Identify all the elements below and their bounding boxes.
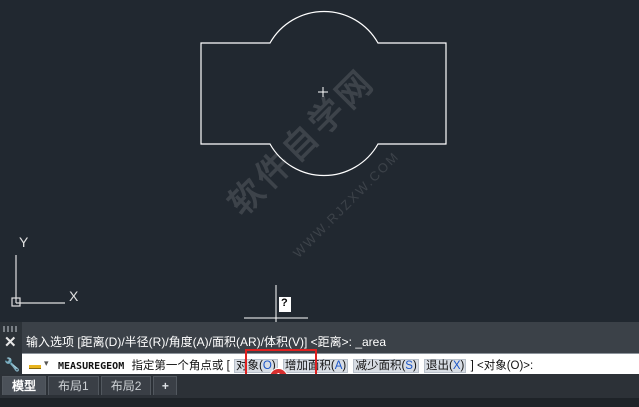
- crosshair-cursor: [244, 285, 308, 322]
- ucs-icon: [11, 255, 65, 307]
- status-bar: [0, 398, 639, 407]
- command-line-panel: ✕ 🔧 输入选项 [距离(D)/半径(R)/角度(A)/面积(AR)/体积(V)…: [0, 322, 639, 375]
- option-close: ): [342, 360, 347, 372]
- wrench-icon[interactable]: 🔧: [4, 357, 20, 373]
- option-close: ): [460, 360, 465, 372]
- command-gutter: ✕ 🔧: [0, 322, 22, 374]
- option-label: 减少面积(: [355, 360, 406, 372]
- bracket-close: ]: [470, 360, 474, 372]
- drag-grip[interactable]: [3, 326, 19, 332]
- ucs-y-label: Y: [19, 234, 29, 250]
- command-name: MEASUREGEOM: [58, 361, 125, 372]
- tab-layout2[interactable]: 布局2: [100, 376, 152, 395]
- ucs-x-label: X: [69, 288, 79, 304]
- default-option: <对象(O)>:: [476, 360, 534, 372]
- tab-layout1[interactable]: 布局1: [48, 376, 99, 395]
- option-subtract-area[interactable]: 减少面积(S): [353, 359, 419, 373]
- option-close: ): [412, 360, 417, 372]
- drawing-svg: [11, 10, 447, 322]
- bracket-open: [: [226, 360, 230, 372]
- prompt-text: 指定第一个角点或: [131, 360, 224, 372]
- option-label: 退出(: [426, 360, 453, 372]
- close-icon[interactable]: ✕: [4, 335, 17, 351]
- ruler-icon[interactable]: [29, 365, 41, 369]
- option-key: X: [452, 360, 461, 372]
- chevron-down-icon[interactable]: ▾: [44, 358, 49, 369]
- add-layout-button[interactable]: +: [153, 376, 178, 395]
- cursor-tooltip: ?: [281, 297, 288, 309]
- option-key: S: [405, 360, 413, 372]
- tab-model[interactable]: 模型: [2, 376, 47, 395]
- command-history: 输入选项 [距离(D)/半径(R)/角度(A)/面积(AR)/体积(V)] <距…: [26, 335, 387, 349]
- drawing-canvas[interactable]: Y X ? 软件自学网 WWW.RJZXW.COM: [0, 0, 639, 322]
- command-input[interactable]: ▾ MEASUREGEOM 指定第一个角点或 [ 对象(O) 增加面积(A) 减…: [22, 353, 639, 375]
- layout-tab-bar: 模型 布局1 布局2 +: [0, 374, 639, 407]
- tab-list: 模型 布局1 布局2 +: [0, 376, 178, 396]
- option-exit[interactable]: 退出(X): [424, 359, 467, 373]
